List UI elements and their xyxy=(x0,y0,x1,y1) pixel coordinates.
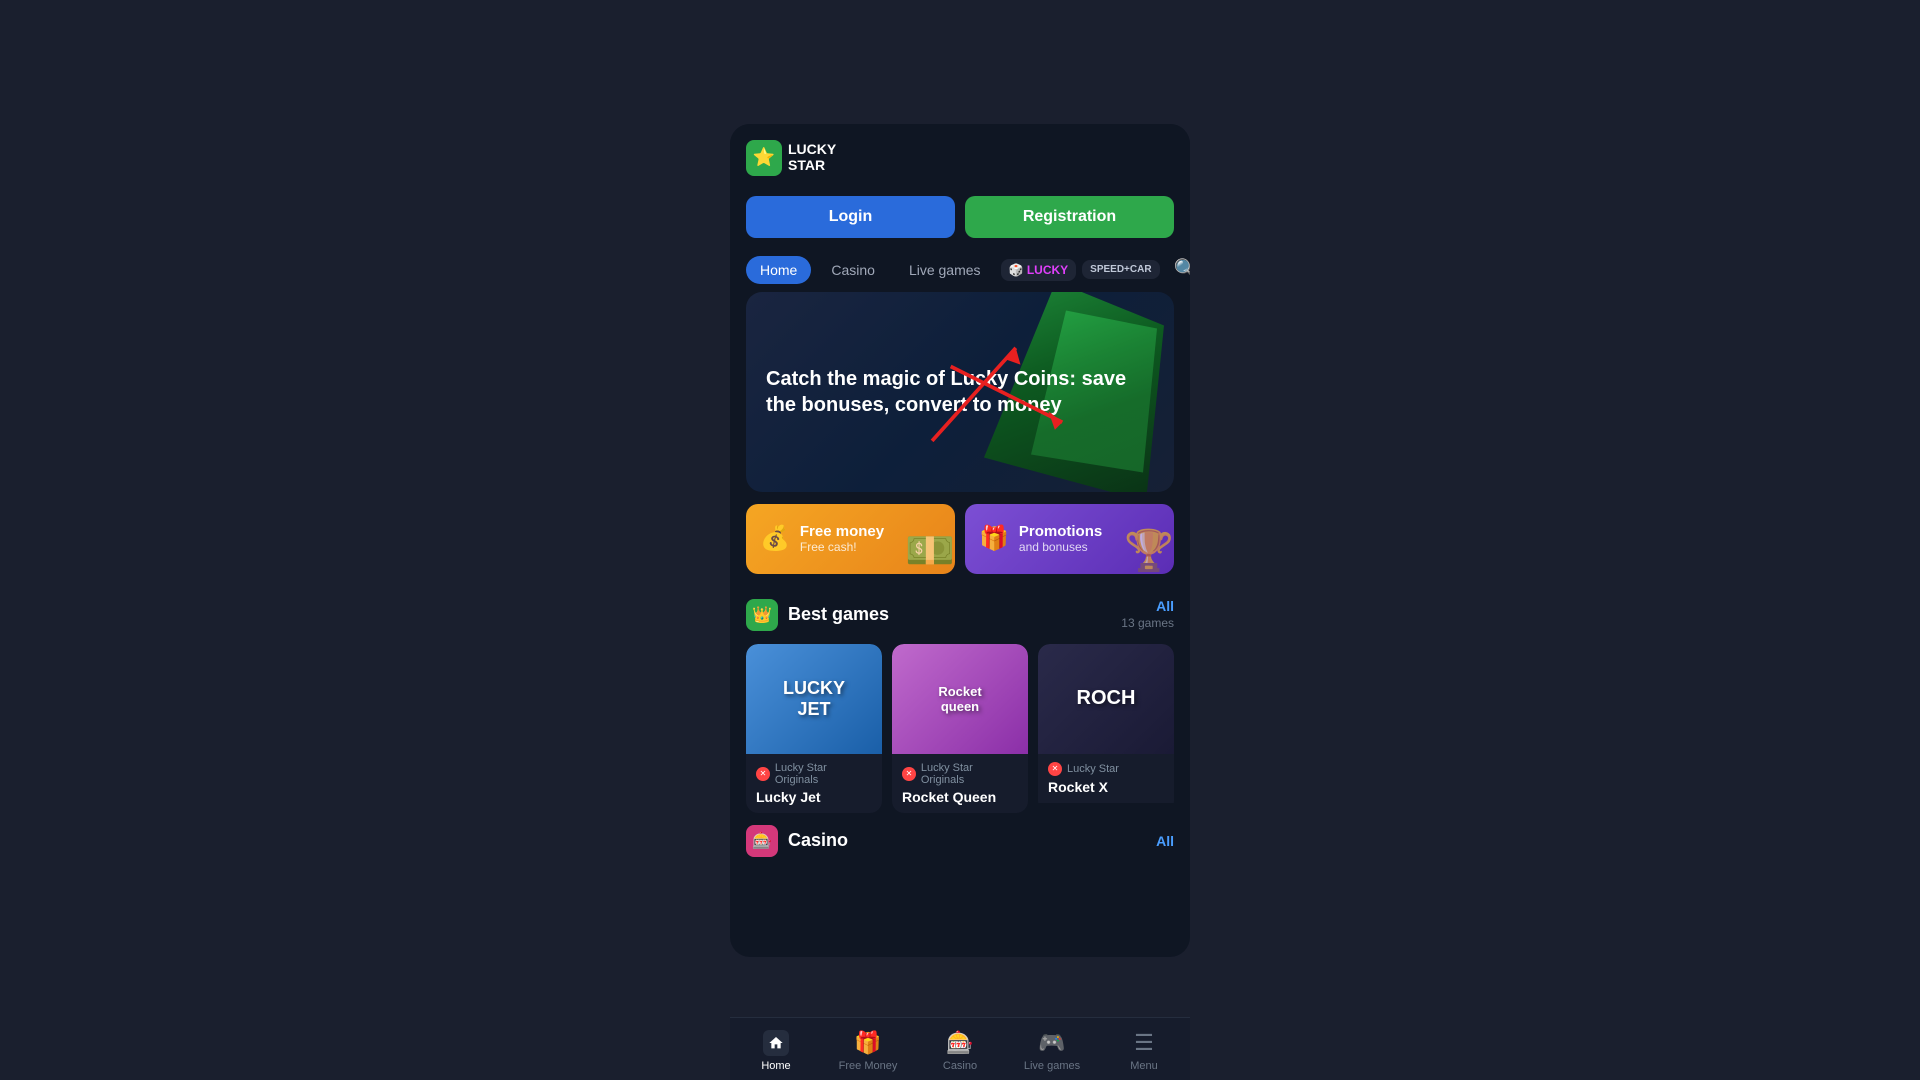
header: ⭐ LUCKY STAR xyxy=(730,124,1190,186)
lucky-jet-provider: ✕ Lucky Star Originals xyxy=(756,762,872,786)
lucky-star-provider-icon-3: ✕ xyxy=(1048,762,1062,776)
nav-item-casino[interactable]: Casino xyxy=(817,256,889,284)
nav-item-live-games[interactable]: Live games xyxy=(895,256,995,284)
free-money-image: 💵 xyxy=(905,527,955,574)
logo: ⭐ LUCKY STAR xyxy=(746,140,836,176)
search-icon[interactable]: 🔍 xyxy=(1174,257,1190,282)
lucky-jet-info: ✕ Lucky Star Originals Lucky Jet xyxy=(746,754,882,813)
best-games-section: 👑 Best games All 13 games LUCKYJET ✕ Luc… xyxy=(730,586,1190,813)
rocket-x-title: ROCH xyxy=(1077,687,1136,710)
logo-text: LUCKY STAR xyxy=(788,142,836,173)
lucky-jet-name: Lucky Jet xyxy=(756,789,872,805)
rocket-x-info: ✕ Lucky Star Rocket X xyxy=(1038,754,1174,803)
best-games-right: All 13 games xyxy=(1121,598,1174,632)
game-card-rocket-x[interactable]: ROCH ✕ Lucky Star Rocket X xyxy=(1038,644,1174,813)
nav-item-home[interactable]: Home xyxy=(746,256,811,284)
casino-all-link[interactable]: All xyxy=(1156,833,1174,849)
casino-icon: 🎰 xyxy=(746,825,778,857)
casino-header: 🎰 Casino All xyxy=(746,825,1174,857)
brand-lucky: 🎲 LUCKY xyxy=(1001,259,1077,281)
rocket-queen-provider: ✕ Lucky Star Originals xyxy=(902,762,1018,786)
game-card-lucky-jet[interactable]: LUCKYJET ✕ Lucky Star Originals Lucky Je… xyxy=(746,644,882,813)
rocket-queen-info: ✕ Lucky Star Originals Rocket Queen xyxy=(892,754,1028,813)
phone-container: ⭐ LUCKY STAR Login Registration Home Cas… xyxy=(730,124,1190,957)
game-card-rocket-queen[interactable]: Rocketqueen ✕ Lucky Star Originals Rocke… xyxy=(892,644,1028,813)
best-games-icon: 👑 xyxy=(746,599,778,631)
lucky-star-provider-icon-2: ✕ xyxy=(902,767,916,781)
promo-card-free-money[interactable]: 💰 Free money Free cash! 💵 xyxy=(746,504,955,574)
best-games-all-link[interactable]: All xyxy=(1121,598,1174,614)
rocket-x-provider-name: Lucky Star xyxy=(1067,763,1119,775)
game-thumb-rocket-x: ROCH xyxy=(1038,644,1174,754)
casino-section-preview: 🎰 Casino All xyxy=(730,813,1190,957)
lucky-jet-provider-name: Lucky Star Originals xyxy=(775,762,872,786)
hero-content: Catch the magic of Lucky Coins: save the… xyxy=(746,346,1174,438)
free-money-icon: 💰 xyxy=(760,524,790,553)
promo-card-promotions[interactable]: 🎁 Promotions and bonuses 🏆 xyxy=(965,504,1174,574)
rocket-x-provider: ✕ Lucky Star xyxy=(1048,762,1164,776)
lucky-jet-title: LUCKYJET xyxy=(783,678,845,720)
register-button[interactable]: Registration xyxy=(965,196,1174,238)
brand-speed: SPEED+CAR xyxy=(1082,260,1159,279)
best-games-count: 13 games xyxy=(1121,616,1174,630)
rocket-queen-name: Rocket Queen xyxy=(902,789,1018,805)
game-thumb-lucky-jet: LUCKYJET xyxy=(746,644,882,754)
hero-banner: Catch the magic of Lucky Coins: save the… xyxy=(746,292,1174,492)
best-games-header: 👑 Best games All 13 games xyxy=(746,598,1174,632)
games-row: LUCKYJET ✕ Lucky Star Originals Lucky Je… xyxy=(746,644,1174,813)
rocket-queen-provider-name: Lucky Star Originals xyxy=(921,762,1018,786)
logo-icon: ⭐ xyxy=(746,140,782,176)
promo-cards: 💰 Free money Free cash! 💵 🎁 Promotions a… xyxy=(746,504,1174,574)
rocket-queen-title: Rocketqueen xyxy=(938,684,981,714)
nav: Home Casino Live games 🎲 LUCKY SPEED+CAR… xyxy=(730,248,1190,292)
game-thumb-rocket-queen: Rocketqueen xyxy=(892,644,1028,754)
rocket-x-name: Rocket X xyxy=(1048,779,1164,795)
nav-brands: 🎲 LUCKY SPEED+CAR xyxy=(1001,259,1160,281)
auth-buttons: Login Registration xyxy=(730,186,1190,248)
best-games-title: Best games xyxy=(788,604,889,625)
hero-title: Catch the magic of Lucky Coins: save the… xyxy=(766,366,1154,418)
promotions-image: 🏆 xyxy=(1124,527,1174,574)
casino-title: Casino xyxy=(788,830,848,851)
lucky-star-provider-icon-1: ✕ xyxy=(756,767,770,781)
best-games-title-wrap: 👑 Best games xyxy=(746,599,889,631)
casino-title-wrap: 🎰 Casino xyxy=(746,825,848,857)
login-button[interactable]: Login xyxy=(746,196,955,238)
promotions-icon: 🎁 xyxy=(979,524,1009,553)
